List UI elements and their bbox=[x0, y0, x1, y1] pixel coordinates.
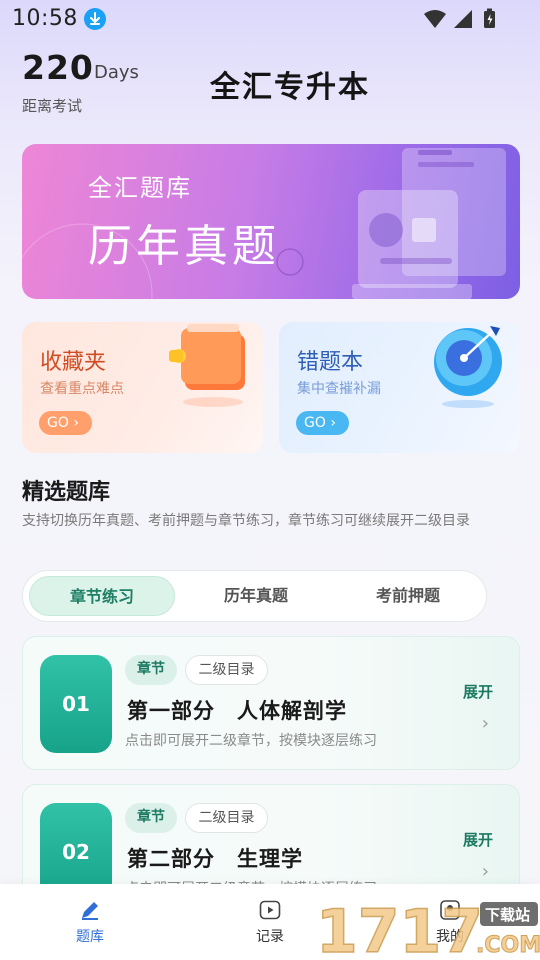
wrong-book-desc: 集中查摧补漏 bbox=[297, 381, 381, 397]
go-label: GO bbox=[304, 415, 326, 431]
chevron-right-icon: › bbox=[481, 713, 489, 734]
favorites-card[interactable]: 收藏夹 查看重点难点 GO › bbox=[22, 322, 263, 453]
wrong-book-go-button[interactable]: GO › bbox=[296, 411, 349, 435]
tab-chapter-practice[interactable]: 章节练习 bbox=[29, 576, 175, 616]
tab-pre-exam[interactable]: 考前押题 bbox=[335, 576, 481, 616]
days-caption: 距离考试 bbox=[22, 97, 83, 115]
status-time: 10:58 bbox=[12, 6, 78, 31]
favorites-title: 收藏夹 bbox=[40, 350, 107, 375]
app-title: 全汇专升本 bbox=[210, 70, 370, 105]
folder-book-icon bbox=[169, 324, 245, 407]
chapter-title: 第二部分 生理学 bbox=[127, 847, 303, 871]
level-tag: 二级目录 bbox=[185, 803, 268, 833]
battery-icon bbox=[484, 8, 495, 28]
site-watermark-logo: 1717 下载站 .COM bbox=[316, 896, 540, 960]
chapter-desc: 点击即可展开二级章节，按模块逐层练习 bbox=[125, 733, 377, 749]
pencil-icon bbox=[82, 902, 98, 920]
tab-past-exams[interactable]: 历年真题 bbox=[183, 576, 329, 616]
expand-button[interactable]: 展开 bbox=[463, 829, 493, 850]
chapter-tag: 章节 bbox=[125, 803, 177, 833]
wrong-book-card[interactable]: 错题本 集中查摧补漏 GO › bbox=[279, 322, 520, 453]
chapter-number: 01 bbox=[40, 655, 112, 753]
go-label: GO bbox=[47, 415, 69, 431]
wifi-icon bbox=[424, 10, 446, 28]
past-exams-banner[interactable]: 全汇题库 历年真题 bbox=[22, 144, 520, 299]
favorites-desc: 查看重点难点 bbox=[40, 381, 124, 397]
days-unit: Days bbox=[94, 62, 139, 83]
chapter-title: 第一部分 人体解剖学 bbox=[127, 699, 347, 723]
nav-item-record[interactable]: 记录 bbox=[230, 898, 310, 946]
play-icon bbox=[259, 900, 281, 920]
svg-text:.COM: .COM bbox=[476, 933, 540, 958]
banner-title: 历年真题 bbox=[88, 221, 280, 272]
question-bank-tabs: 章节练习 历年真题 考前押题 bbox=[22, 570, 487, 622]
status-bar: 10:58 bbox=[0, 0, 540, 38]
banner-subtitle: 全汇题库 bbox=[88, 174, 192, 202]
signal-icon bbox=[454, 10, 472, 28]
download-icon bbox=[84, 8, 106, 30]
nav-label: 记录 bbox=[256, 929, 284, 945]
svg-text:1717: 1717 bbox=[316, 897, 483, 960]
document-illustration-icon bbox=[352, 148, 506, 299]
chapter-card[interactable]: 01 章节 二级目录 第一部分 人体解剖学 点击即可展开二级章节，按模块逐层练习… bbox=[22, 636, 520, 770]
svg-text:下载站: 下载站 bbox=[485, 906, 530, 924]
chapter-tag: 章节 bbox=[125, 655, 177, 685]
nav-item-question-bank[interactable]: 题库 bbox=[50, 898, 130, 946]
chevron-right-icon: › bbox=[330, 415, 336, 431]
chevron-right-icon: › bbox=[481, 861, 489, 882]
days-count: 220 bbox=[22, 48, 94, 87]
chevron-right-icon: › bbox=[73, 415, 79, 431]
status-icons bbox=[422, 8, 502, 30]
level-tag: 二级目录 bbox=[185, 655, 268, 685]
favorites-go-button[interactable]: GO › bbox=[39, 411, 92, 435]
expand-button[interactable]: 展开 bbox=[463, 681, 493, 702]
section-desc: 支持切换历年真题、考前押题与章节练习，章节练习可继续展开二级目录 bbox=[22, 513, 470, 529]
nav-label: 题库 bbox=[76, 929, 104, 945]
target-icon bbox=[434, 326, 502, 408]
section-title: 精选题库 bbox=[22, 480, 111, 505]
wrong-book-title: 错题本 bbox=[297, 350, 364, 375]
